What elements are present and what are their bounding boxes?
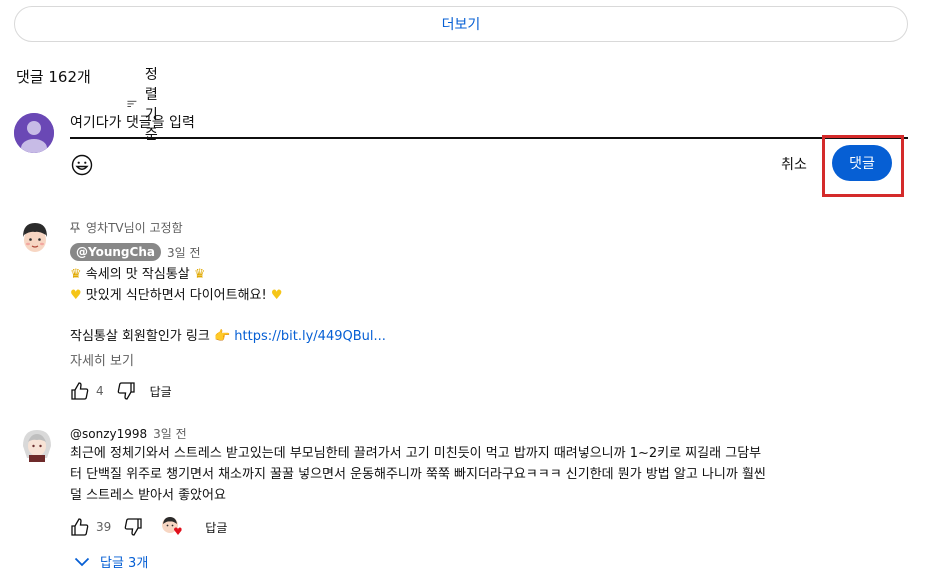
comments-header: 댓글 162개 정렬 기준 [16,64,158,143]
author-chip[interactable]: @YoungCha [70,243,161,261]
comment-link[interactable]: https://bit.ly/449QBul... [234,329,386,344]
like-icon[interactable] [68,379,92,403]
comment-input-wrapper [70,112,908,139]
like-count: 39 [96,520,112,534]
comment-actions: 39 답글 [68,515,227,539]
crown-icon: ♛ [70,267,82,282]
emoji-icon[interactable] [70,153,94,177]
like-icon[interactable] [68,515,92,539]
comment-text: 속세의 맛 작심통살 [85,267,190,282]
comment-time[interactable]: 3일 전 [153,425,187,442]
view-replies-button[interactable]: 답글 3개 [74,552,148,571]
comment-author[interactable]: @sonzy1998 [70,427,147,441]
reply-button[interactable]: 답글 [150,383,172,400]
comment-text: 덜 스트레스 받아서 좋았어요 [70,488,226,503]
comment-author-row: @YoungCha 3일 전 [70,243,201,261]
reply-button[interactable]: 답글 [205,519,227,536]
comment-input[interactable] [70,112,908,130]
pointing-hand-icon: 👉 [213,329,231,344]
comment-text: 최근에 정체기와서 스트레스 받고있는데 부모님한테 끌려가서 고기 미친듯이 … [70,446,762,461]
creator-heart-avatar [161,516,183,538]
comment-time[interactable]: 3일 전 [167,244,201,261]
replies-count: 답글 3개 [100,556,149,571]
like-count: 4 [96,384,104,398]
pinned-label: 영차TV님이 고정함 [70,219,183,236]
chevron-down-icon [74,557,90,566]
sort-icon [127,100,137,107]
sonzy-avatar[interactable] [17,424,57,464]
comment-text: 터 단백질 위주로 챙기면서 채소까지 꿀꿀 넣으면서 운동해주니까 쭉쭉 빠지… [70,467,766,482]
cancel-button[interactable]: 취소 [768,148,820,180]
comment-line: ♥ 맛있게 식단하면서 다이어트해요! ♥ [70,285,283,306]
submit-comment-button[interactable]: 댓글 [832,145,892,181]
more-button[interactable]: 더보기 [14,6,908,42]
comment-author-row: @sonzy1998 3일 전 [70,425,187,442]
youngcha-avatar[interactable] [15,217,55,257]
comment-line: ♛ 속세의 맛 작심통살 ♛ [70,264,206,285]
dislike-icon[interactable] [121,515,145,539]
pinned-text: 영차TV님이 고정함 [86,221,183,235]
comment-line: 작심통살 회원할인가 링크 👉 https://bit.ly/449QBul..… [70,326,386,347]
yellow-heart-icon: ♥ [270,288,283,303]
comment-text: 맛있게 식단하면서 다이어트해요! [85,288,267,303]
comments-count: 댓글 162개 [16,67,91,86]
crown-icon: ♛ [193,267,206,282]
my-avatar [14,113,54,153]
yellow-heart-icon: ♥ [70,288,82,303]
dislike-icon[interactable] [114,379,138,403]
comment-text: 작심통살 회원할인가 링크 [70,329,210,344]
read-more-link[interactable]: 자세히 보기 [70,350,134,369]
pin-icon [70,222,80,233]
comment-actions: 4 답글 [68,379,172,403]
